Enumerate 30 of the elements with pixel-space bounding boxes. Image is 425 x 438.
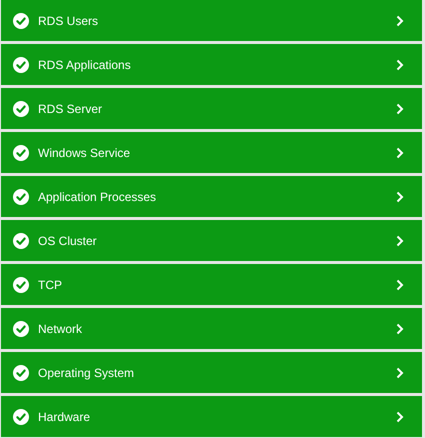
- check-circle-icon: [13, 408, 29, 424]
- check-circle-icon: [13, 320, 29, 336]
- chevron-right-icon: [396, 322, 404, 334]
- status-row[interactable]: RDS Server: [1, 88, 422, 129]
- chevron-right-icon: [396, 410, 404, 422]
- check-circle-icon: [13, 56, 29, 72]
- check-circle-icon: [13, 188, 29, 204]
- status-row[interactable]: Windows Service: [1, 132, 422, 173]
- check-circle-icon: [13, 12, 29, 28]
- chevron-right-icon: [396, 146, 404, 158]
- status-row[interactable]: RDS Users: [1, 0, 422, 41]
- chevron-right-icon: [396, 102, 404, 114]
- chevron-right-icon: [396, 58, 404, 70]
- status-row[interactable]: Hardware: [1, 396, 422, 437]
- chevron-right-icon: [396, 366, 404, 378]
- check-circle-icon: [13, 232, 29, 248]
- chevron-right-icon: [396, 14, 404, 26]
- status-row[interactable]: Application Processes: [1, 176, 422, 217]
- status-row[interactable]: OS Cluster: [1, 220, 422, 261]
- status-row[interactable]: RDS Applications: [1, 44, 422, 85]
- check-circle-icon: [13, 100, 29, 116]
- chevron-right-icon: [396, 278, 404, 290]
- chevron-right-icon: [396, 190, 404, 202]
- status-row[interactable]: Operating System: [1, 352, 422, 393]
- chevron-right-icon: [396, 234, 404, 246]
- check-circle-icon: [13, 144, 29, 160]
- check-circle-icon: [13, 276, 29, 292]
- check-circle-icon: [13, 364, 29, 380]
- status-row[interactable]: TCP: [1, 264, 422, 305]
- status-row[interactable]: Network: [1, 308, 422, 349]
